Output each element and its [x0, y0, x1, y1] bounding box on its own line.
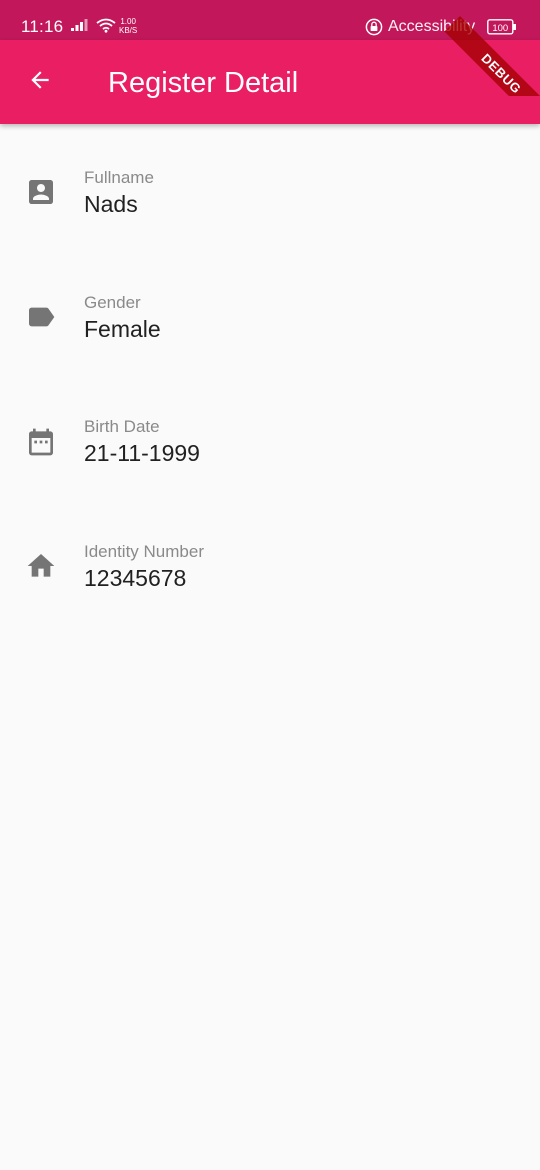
- label-tag-icon: [24, 300, 58, 334]
- accessibility-lock-icon: [365, 18, 383, 41]
- status-time: 11:16: [21, 17, 64, 36]
- battery-level: 100: [492, 23, 508, 34]
- account-box-icon: [24, 175, 58, 209]
- wifi-icon: [96, 18, 116, 38]
- birth-date-value: 21-11-1999: [84, 440, 200, 466]
- fullname-value: Nads: [84, 191, 138, 217]
- identity-number-value: 12345678: [84, 565, 187, 591]
- detail-item-birth-date: Birth Date 21-11-1999: [0, 411, 540, 501]
- gender-label: Gender: [84, 293, 141, 312]
- app-bar: Register Detail: [0, 40, 540, 124]
- home-icon: [24, 549, 58, 583]
- status-bar: 11:16 1.00 KB/S Accessibility 100: [0, 0, 540, 40]
- network-speed-value: 1.00: [120, 17, 136, 26]
- signal-icon: [71, 18, 89, 37]
- fullname-label: Fullname: [84, 168, 154, 187]
- identity-number-label: Identity Number: [84, 542, 204, 561]
- battery-icon: 100: [487, 19, 517, 40]
- birth-date-label: Birth Date: [84, 417, 160, 436]
- accessibility-label: Accessibility: [388, 18, 476, 35]
- detail-item-identity-number: Identity Number 12345678: [0, 536, 540, 626]
- back-button[interactable]: [16, 58, 64, 106]
- arrow-back-icon: [27, 67, 53, 98]
- gender-value: Female: [84, 316, 161, 342]
- network-speed-unit: KB/S: [119, 26, 138, 35]
- detail-item-fullname: Fullname Nads: [0, 162, 540, 252]
- detail-item-gender: Gender Female: [0, 287, 540, 377]
- calendar-icon: [24, 425, 58, 459]
- network-speed: 1.00 KB/S: [119, 17, 137, 35]
- page-title: Register Detail: [108, 67, 299, 99]
